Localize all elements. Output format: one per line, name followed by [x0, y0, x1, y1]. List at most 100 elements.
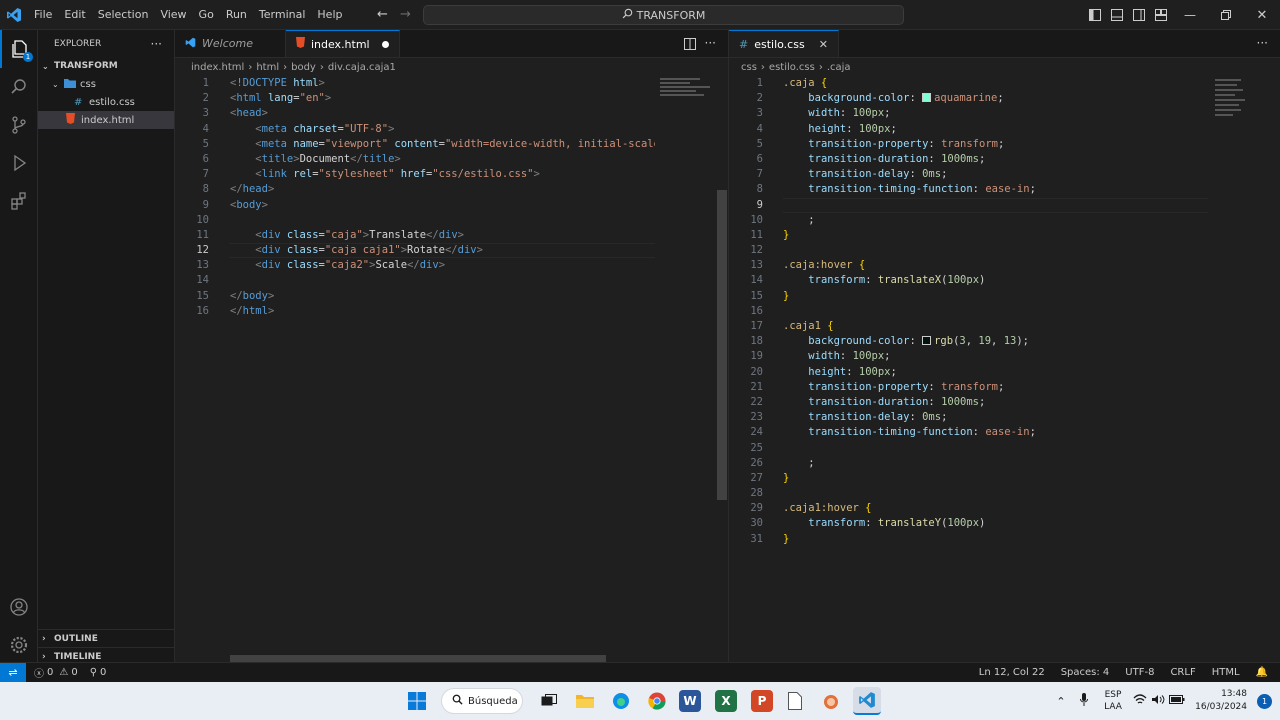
- code-line[interactable]: .caja {: [783, 76, 1213, 91]
- code-line[interactable]: <meta name="viewport" content="width=dev…: [230, 137, 655, 152]
- settings-gear-icon[interactable]: [0, 626, 38, 664]
- indentation[interactable]: Spaces: 4: [1061, 667, 1110, 678]
- microphone-icon[interactable]: [1073, 693, 1095, 709]
- vertical-scrollbar[interactable]: [717, 190, 727, 500]
- toggle-panel-icon[interactable]: [1106, 9, 1128, 21]
- more-actions-icon[interactable]: ···: [151, 37, 162, 51]
- code-line[interactable]: }: [783, 289, 1213, 304]
- search-view-icon[interactable]: [0, 68, 38, 106]
- ports-indicator[interactable]: ⚲ 0: [90, 667, 107, 678]
- menu-item-file[interactable]: File: [28, 0, 58, 30]
- explorer-icon[interactable]: 1: [0, 30, 38, 68]
- extensions-icon[interactable]: [0, 182, 38, 220]
- code-line[interactable]: .caja1 {: [783, 319, 1213, 334]
- breadcrumb-item[interactable]: estilo.css: [769, 62, 815, 73]
- windows-start-icon[interactable]: [403, 687, 431, 715]
- code-line[interactable]: [783, 198, 1213, 213]
- color-swatch-icon[interactable]: [922, 93, 932, 103]
- code-line[interactable]: [783, 441, 1213, 456]
- source-control-icon[interactable]: [0, 106, 38, 144]
- tree-item-estilo-css[interactable]: # estilo.css: [38, 93, 174, 111]
- command-center-search[interactable]: TRANSFORM: [423, 5, 904, 25]
- code-line[interactable]: transform: translateX(100px): [783, 273, 1213, 288]
- problems-indicator[interactable]: ⓧ 0 ⚠ 0: [34, 665, 78, 680]
- code-line[interactable]: transition-property: transform;: [783, 380, 1213, 395]
- close-tab-icon[interactable]: ✕: [819, 38, 828, 51]
- breadcrumb-item[interactable]: html: [256, 62, 279, 73]
- encoding[interactable]: UTF-8: [1125, 667, 1154, 678]
- split-editor-icon[interactable]: [684, 38, 696, 53]
- cursor-position[interactable]: Ln 12, Col 22: [979, 667, 1045, 678]
- menu-item-help[interactable]: Help: [311, 0, 348, 30]
- code-line[interactable]: <body>: [230, 198, 655, 213]
- code-line[interactable]: <div class="caja caja1">Rotate</div>: [230, 243, 655, 258]
- notepad-file-icon[interactable]: [781, 687, 809, 715]
- end-of-line[interactable]: CRLF: [1170, 667, 1195, 678]
- excel-icon[interactable]: X: [715, 690, 737, 712]
- code-line[interactable]: ;: [783, 213, 1213, 228]
- code-line[interactable]: transition-property: transform;: [783, 137, 1213, 152]
- tree-item-css[interactable]: ⌄ css: [38, 75, 174, 93]
- code-line[interactable]: </html>: [230, 304, 655, 319]
- chevron-up-icon[interactable]: ⌃: [1049, 695, 1073, 708]
- breadcrumb-item[interactable]: .caja: [827, 62, 851, 73]
- breadcrumb-item[interactable]: css: [741, 62, 757, 73]
- breadcrumb-item[interactable]: index.html: [191, 62, 244, 73]
- toggle-secondary-sidebar-icon[interactable]: [1128, 9, 1150, 21]
- forward-arrow-icon[interactable]: →: [400, 7, 411, 22]
- color-swatch-icon[interactable]: [922, 336, 932, 346]
- code-line[interactable]: transform: translateY(100px): [783, 516, 1213, 531]
- code-line[interactable]: height: 100px;: [783, 365, 1213, 380]
- code-line[interactable]: }: [783, 532, 1213, 547]
- close-window-icon[interactable]: ✕: [1244, 8, 1280, 23]
- code-line[interactable]: [783, 304, 1213, 319]
- code-line[interactable]: <title>Document</title>: [230, 152, 655, 167]
- code-line[interactable]: [230, 273, 655, 288]
- menu-item-view[interactable]: View: [154, 0, 192, 30]
- chrome-browser-icon[interactable]: [643, 687, 671, 715]
- code-line[interactable]: width: 100px;: [783, 349, 1213, 364]
- breadcrumb-item[interactable]: div.caja.caja1: [328, 62, 396, 73]
- outline-section[interactable]: › OUTLINE: [38, 629, 175, 647]
- code-line[interactable]: .caja:hover {: [783, 258, 1213, 273]
- run-debug-icon[interactable]: [0, 144, 38, 182]
- notifications-bell-icon[interactable]: 🔔: [1256, 667, 1268, 678]
- code-line[interactable]: <div class="caja2">Scale</div>: [230, 258, 655, 273]
- code-line[interactable]: <html lang="en">: [230, 91, 655, 106]
- toggle-sidebar-icon[interactable]: [1084, 9, 1106, 21]
- code-line[interactable]: background-color: rgb(3, 19, 13);: [783, 334, 1213, 349]
- notification-badge[interactable]: 1: [1257, 693, 1272, 709]
- customize-layout-icon[interactable]: [1150, 9, 1172, 21]
- language-mode[interactable]: HTML: [1212, 667, 1240, 678]
- more-actions-icon[interactable]: ···: [705, 36, 716, 50]
- vscode-taskbar-icon[interactable]: [853, 687, 881, 715]
- code-line[interactable]: ;: [783, 456, 1213, 471]
- code-line[interactable]: <link rel="stylesheet" href="css/estilo.…: [230, 167, 655, 182]
- code-css[interactable]: .caja { background-color: aquamarine; wi…: [783, 76, 1213, 547]
- volume-icon[interactable]: [1149, 694, 1167, 708]
- code-line[interactable]: [783, 243, 1213, 258]
- code-line[interactable]: <head>: [230, 106, 655, 121]
- code-line[interactable]: <!DOCTYPE html>: [230, 76, 655, 91]
- battery-icon[interactable]: [1167, 695, 1187, 707]
- code-line[interactable]: transition-delay: 0ms;: [783, 410, 1213, 425]
- tree-item-index-html[interactable]: index.html: [38, 111, 174, 129]
- code-line[interactable]: [783, 486, 1213, 501]
- powerpoint-icon[interactable]: P: [751, 690, 773, 712]
- code-line[interactable]: transition-duration: 1000ms;: [783, 152, 1213, 167]
- code-line[interactable]: </body>: [230, 289, 655, 304]
- remote-indicator[interactable]: ⇌: [0, 662, 26, 683]
- task-view-icon[interactable]: [535, 687, 563, 715]
- code-line[interactable]: height: 100px;: [783, 122, 1213, 137]
- minimize-icon[interactable]: —: [1172, 8, 1208, 22]
- more-actions-icon[interactable]: ···: [1257, 36, 1268, 50]
- menu-item-selection[interactable]: Selection: [92, 0, 155, 30]
- code-line[interactable]: .caja1:hover {: [783, 501, 1213, 516]
- menu-item-run[interactable]: Run: [220, 0, 253, 30]
- accounts-icon[interactable]: [0, 588, 38, 626]
- file-explorer-icon[interactable]: [571, 687, 599, 715]
- code-line[interactable]: transition-delay: 0ms;: [783, 167, 1213, 182]
- code-line[interactable]: }: [783, 228, 1213, 243]
- edge-browser-icon[interactable]: [607, 687, 635, 715]
- code-line[interactable]: <meta charset="UTF-8">: [230, 122, 655, 137]
